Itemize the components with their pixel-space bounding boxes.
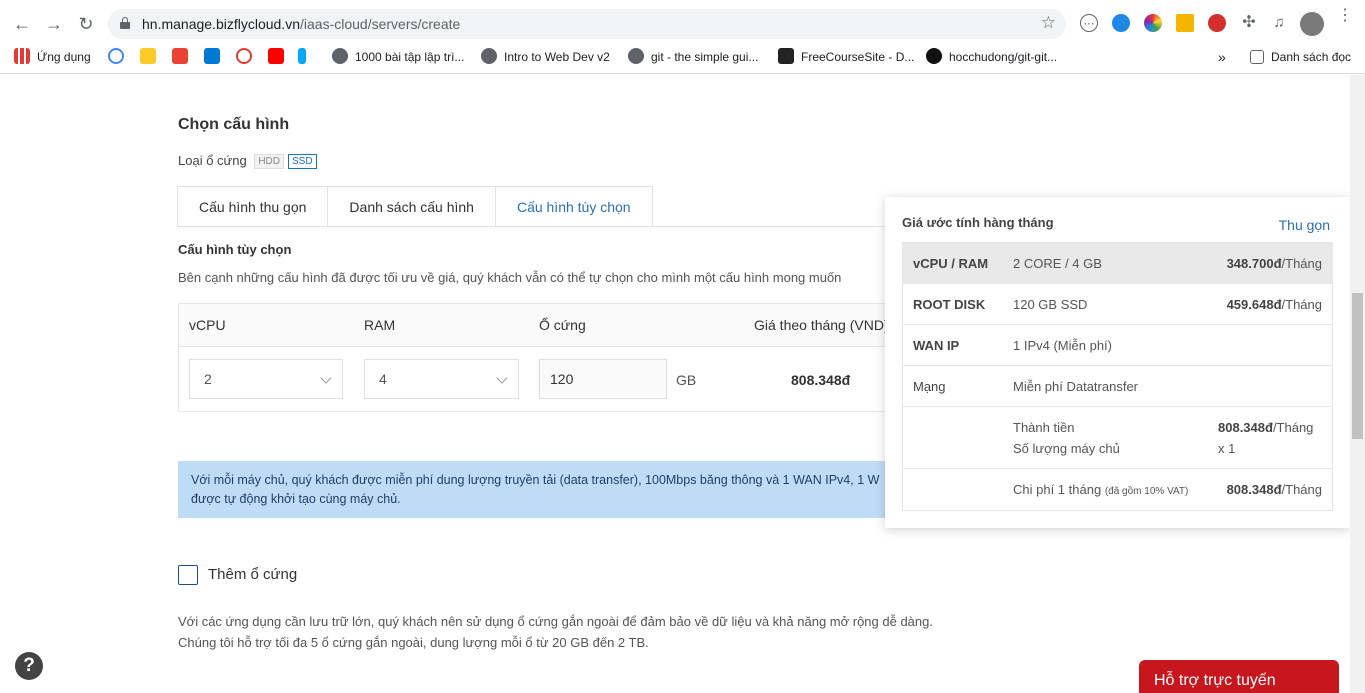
price-row: Mạng Miễn phí Datatransfer: [903, 366, 1332, 407]
online-support-button[interactable]: Hỗ trợ trực tuyến: [1139, 660, 1339, 693]
extension-blue-icon[interactable]: [1112, 14, 1130, 32]
reading-list-icon: [1250, 50, 1264, 64]
price-row: ROOT DISK 120 GB SSD 459.648đ/Tháng: [903, 284, 1332, 325]
add-disk-label: Thêm ổ cứng: [208, 566, 298, 583]
external-disk-desc-1: Với các ứng dụng cần lưu trữ lớn, quý kh…: [178, 614, 933, 629]
slack-icon[interactable]: [140, 48, 156, 64]
url-text: hn.manage.bizflycloud.vn/iaas-cloud/serv…: [142, 16, 461, 32]
config-tabs: Cấu hình thu gọn Danh sách cấu hình Cấu …: [177, 186, 653, 227]
bookmark-star-icon[interactable]: ☆: [1041, 13, 1056, 33]
monthly-cost-row: Chi phí 1 tháng (đã gồm 10% VAT) 808.348…: [1013, 482, 1322, 497]
header-price: Giá theo tháng (VND): [754, 317, 889, 333]
header-disk: Ổ cứng: [539, 317, 586, 333]
disk-unit: GB: [676, 372, 697, 388]
page-content: Chọn cấu hình Loại ổ cứng HDD SSD Cấu hìn…: [0, 75, 1365, 693]
tab-list[interactable]: Danh sách cấu hình: [327, 186, 495, 227]
price-row: WAN IP 1 IPv4 (Miễn phí): [903, 325, 1332, 366]
reading-list-button[interactable]: Danh sách đọc: [1250, 48, 1351, 66]
bookmark-git-gui[interactable]: git - the simple gui...: [628, 48, 758, 66]
google-icon[interactable]: [108, 48, 124, 64]
collapse-link[interactable]: Thu gọn: [1279, 217, 1330, 233]
site-icon: [778, 48, 794, 64]
alert-text: Với mỗi máy chủ, quý khách được miễn phí…: [191, 473, 880, 487]
custom-config-desc: Bên cạnh những cấu hình đã được tối ưu v…: [178, 270, 842, 285]
help-icon[interactable]: ?: [15, 652, 43, 680]
github-icon: [926, 48, 942, 64]
disk-type-label: Loại ổ cứng: [178, 153, 247, 168]
extension-note-icon[interactable]: [1176, 14, 1194, 32]
extensions-puzzle-icon[interactable]: ✣: [1240, 14, 1258, 32]
profile-avatar[interactable]: [1300, 12, 1324, 36]
bookmark-intro-web-dev[interactable]: Intro to Web Dev v2: [481, 48, 610, 66]
ram-select[interactable]: 4: [364, 359, 519, 399]
price-estimate-panel: Giá ước tính hàng tháng Thu gọn vCPU / R…: [885, 197, 1350, 528]
external-disk-desc-2: Chúng tôi hỗ trợ tối đa 5 ổ cứng gắn ngo…: [178, 635, 649, 650]
apps-grid-icon: [14, 48, 30, 64]
scrollbar-thumb[interactable]: [1352, 293, 1363, 439]
tabs-divider: [177, 226, 887, 227]
header-ram: RAM: [364, 317, 396, 333]
external-disk-desc: Với các ứng dụng cần lưu trữ lớn, quý kh…: [178, 611, 933, 653]
globe-icon: [628, 48, 644, 64]
custom-config-table: vCPU RAM Ổ cứng Giá theo tháng (VND) 2 4…: [178, 303, 898, 412]
add-disk-checkbox[interactable]: [178, 565, 198, 585]
chevron-down-icon: [496, 372, 508, 384]
bookmark-apps[interactable]: Ứng dụng: [14, 48, 91, 66]
info-alert: Với mỗi máy chủ, quý khách được miễn phí…: [178, 461, 898, 518]
address-bar[interactable]: hn.manage.bizflycloud.vn/iaas-cloud/serv…: [108, 9, 1066, 39]
section-title: Chọn cấu hình: [178, 116, 290, 133]
bookmark-blue-icon[interactable]: [298, 48, 306, 64]
gmail-icon[interactable]: [172, 48, 188, 64]
total-row: Thành tiền Số lượng máy chủ 808.348đ/Thá…: [903, 407, 1332, 469]
tab-compact[interactable]: Cấu hình thu gọn: [177, 186, 328, 227]
globe-icon: [481, 48, 497, 64]
back-icon[interactable]: ←: [10, 12, 34, 36]
extension-red-icon[interactable]: [1208, 14, 1226, 32]
bookmark-1000-bai[interactable]: 1000 bài tập lập trì...: [332, 48, 464, 66]
browser-toolbar: ← → ↻ hn.manage.bizflycloud.vn/iaas-clou…: [0, 0, 1365, 74]
tab-custom[interactable]: Cấu hình tùy chọn: [494, 186, 653, 227]
bookmarks-overflow-icon[interactable]: »: [1218, 48, 1226, 66]
custom-config-title: Cấu hình tùy chọn: [178, 242, 292, 257]
media-control-icon[interactable]: ♫: [1270, 14, 1288, 32]
price-table: vCPU / RAM 2 CORE / 4 GB 348.700đ/Tháng …: [902, 242, 1333, 511]
youtube-icon[interactable]: [268, 48, 284, 64]
lock-icon: [120, 17, 130, 29]
globe-icon: [332, 48, 348, 64]
disk-size-input[interactable]: 120: [539, 359, 667, 399]
browser-menu-icon[interactable]: ⋮: [1337, 8, 1353, 24]
chevron-down-icon: [320, 372, 332, 384]
alert-text-2: được tự động khởi tạo cùng máy chủ.: [191, 492, 401, 506]
extension-color-icon[interactable]: [1144, 14, 1162, 32]
search-bookmark-icon[interactable]: [236, 48, 252, 64]
disk-type-row: Loại ổ cứng HDD SSD: [178, 153, 317, 169]
price-row: vCPU / RAM 2 CORE / 4 GB 348.700đ/Tháng: [903, 243, 1332, 284]
panel-title: Giá ước tính hàng tháng: [902, 215, 1054, 230]
bookmark-hocchudong[interactable]: hocchudong/git-git...: [926, 48, 1057, 66]
vcpu-select[interactable]: 2: [189, 359, 343, 399]
extension-code-icon[interactable]: ⋯: [1080, 14, 1098, 32]
header-vcpu: vCPU: [189, 317, 226, 333]
forward-icon[interactable]: →: [42, 12, 66, 36]
page-scrollbar[interactable]: [1350, 75, 1365, 693]
reload-icon[interactable]: ↻: [74, 12, 98, 36]
price-value: 808.348đ: [791, 372, 851, 388]
disk-type-ssd[interactable]: SSD: [288, 154, 317, 169]
table-header: vCPU RAM Ổ cứng Giá theo tháng (VND): [179, 304, 897, 347]
disk-type-hdd[interactable]: HDD: [254, 154, 284, 169]
bookmark-freecoursesite[interactable]: FreeCourseSite - D...: [778, 48, 914, 66]
outlook-icon[interactable]: [204, 48, 220, 64]
